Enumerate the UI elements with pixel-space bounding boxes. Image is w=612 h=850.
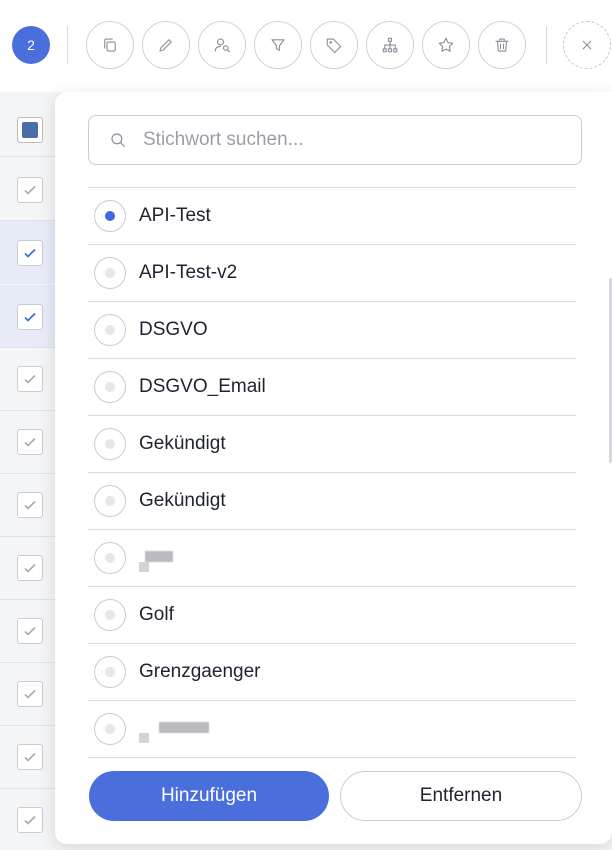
select-all-checkbox[interactable] bbox=[17, 117, 43, 143]
row-checkbox[interactable] bbox=[17, 618, 43, 644]
row-divider bbox=[0, 220, 56, 221]
row-checkbox[interactable] bbox=[17, 744, 43, 770]
row-divider bbox=[0, 599, 56, 600]
tag-radio[interactable] bbox=[94, 599, 126, 631]
tag-radio[interactable] bbox=[94, 542, 126, 574]
tag-list: API-Test API-Test-v2 DSGVO DSGVO_Email G… bbox=[88, 187, 576, 840]
copy-button[interactable] bbox=[86, 21, 134, 69]
tag-option-label: API-Test bbox=[139, 205, 211, 226]
row-checkbox[interactable] bbox=[17, 304, 43, 330]
row-divider bbox=[0, 536, 56, 537]
tag-option-label: DSGVO bbox=[139, 319, 208, 340]
check-icon bbox=[24, 563, 36, 573]
pencil-icon bbox=[159, 39, 172, 52]
tag-radio[interactable] bbox=[94, 200, 126, 232]
row-divider bbox=[0, 473, 56, 474]
row-checkbox[interactable] bbox=[17, 555, 43, 581]
tag-radio[interactable] bbox=[94, 713, 126, 745]
row-checkbox[interactable] bbox=[17, 366, 43, 392]
toolbar-divider bbox=[67, 26, 68, 64]
check-icon bbox=[24, 689, 36, 699]
tag-dropdown-panel: API-Test API-Test-v2 DSGVO DSGVO_Email G… bbox=[55, 92, 612, 844]
close-selection-button[interactable] bbox=[563, 21, 611, 69]
tag-search-input[interactable] bbox=[141, 128, 545, 152]
tag-radio[interactable] bbox=[94, 428, 126, 460]
edit-button[interactable] bbox=[142, 21, 190, 69]
tag-option[interactable]: DSGVO bbox=[88, 302, 576, 359]
check-icon bbox=[24, 248, 36, 258]
filter-icon bbox=[271, 39, 285, 51]
row-checkbox[interactable] bbox=[17, 177, 43, 203]
star-icon bbox=[438, 37, 454, 52]
row-divider bbox=[0, 410, 56, 411]
tag-search-box[interactable] bbox=[88, 115, 582, 165]
tag-option-label: Grenzgaenger bbox=[139, 661, 261, 682]
row-divider bbox=[0, 662, 56, 663]
check-icon bbox=[24, 437, 36, 447]
tag-option-label: Gekündigt bbox=[139, 433, 226, 454]
trash-icon bbox=[495, 38, 509, 52]
delete-button[interactable] bbox=[478, 21, 526, 69]
tag-option[interactable] bbox=[88, 701, 576, 758]
favorite-button[interactable] bbox=[422, 21, 470, 69]
row-checkbox[interactable] bbox=[17, 240, 43, 266]
tag-option[interactable]: Grenzgaenger bbox=[88, 644, 576, 701]
tag-radio[interactable] bbox=[94, 314, 126, 346]
hierarchy-icon bbox=[382, 37, 398, 53]
tag-option[interactable]: Golf bbox=[88, 587, 576, 644]
tag-option[interactable]: API-Test-v2 bbox=[88, 245, 576, 302]
tag-radio[interactable] bbox=[94, 257, 126, 289]
tag-icon bbox=[326, 38, 342, 54]
row-divider bbox=[0, 156, 56, 157]
check-icon bbox=[24, 815, 36, 825]
tag-option[interactable]: DSGVO_Email bbox=[88, 359, 576, 416]
check-icon bbox=[24, 374, 36, 384]
row-checkbox[interactable] bbox=[17, 429, 43, 455]
tag-option-label: DSGVO_Email bbox=[139, 376, 266, 397]
tag-option-label: Golf bbox=[139, 604, 174, 625]
close-icon bbox=[582, 40, 592, 50]
tag-option[interactable] bbox=[88, 530, 576, 587]
filter-button[interactable] bbox=[254, 21, 302, 69]
tag-option[interactable]: Gekündigt bbox=[88, 416, 576, 473]
tag-option[interactable]: API-Test bbox=[88, 188, 576, 245]
bulk-action-toolbar: 2 bbox=[0, 0, 612, 92]
tag-radio[interactable] bbox=[94, 656, 126, 688]
row-checkbox[interactable] bbox=[17, 681, 43, 707]
tag-radio[interactable] bbox=[94, 371, 126, 403]
tag-option-label: Gekündigt bbox=[139, 490, 226, 511]
tag-option-label: API-Test-v2 bbox=[139, 262, 238, 283]
row-divider bbox=[0, 725, 56, 726]
row-checkbox[interactable] bbox=[17, 807, 43, 833]
tag-option[interactable]: Gekündigt bbox=[88, 473, 576, 530]
tag-button[interactable] bbox=[310, 21, 358, 69]
toolbar-divider bbox=[546, 26, 547, 64]
add-tag-button[interactable]: Hinzufügen bbox=[89, 771, 329, 821]
row-checkbox[interactable] bbox=[17, 492, 43, 518]
selected-count-badge: 2 bbox=[12, 26, 50, 64]
assign-user-button[interactable] bbox=[198, 21, 246, 69]
redacted-label bbox=[139, 551, 187, 572]
row-divider bbox=[0, 788, 56, 789]
user-search-icon bbox=[214, 38, 231, 53]
copy-icon bbox=[104, 38, 116, 52]
search-icon bbox=[111, 133, 126, 148]
check-icon bbox=[24, 626, 36, 636]
hierarchy-button[interactable] bbox=[366, 21, 414, 69]
check-icon bbox=[24, 752, 36, 762]
tag-radio[interactable] bbox=[94, 485, 126, 517]
remove-tag-button[interactable]: Entfernen bbox=[340, 771, 582, 821]
redacted-label bbox=[139, 722, 219, 743]
check-icon bbox=[24, 500, 36, 510]
check-icon bbox=[24, 312, 36, 322]
check-icon bbox=[24, 185, 36, 195]
row-divider bbox=[0, 347, 56, 348]
